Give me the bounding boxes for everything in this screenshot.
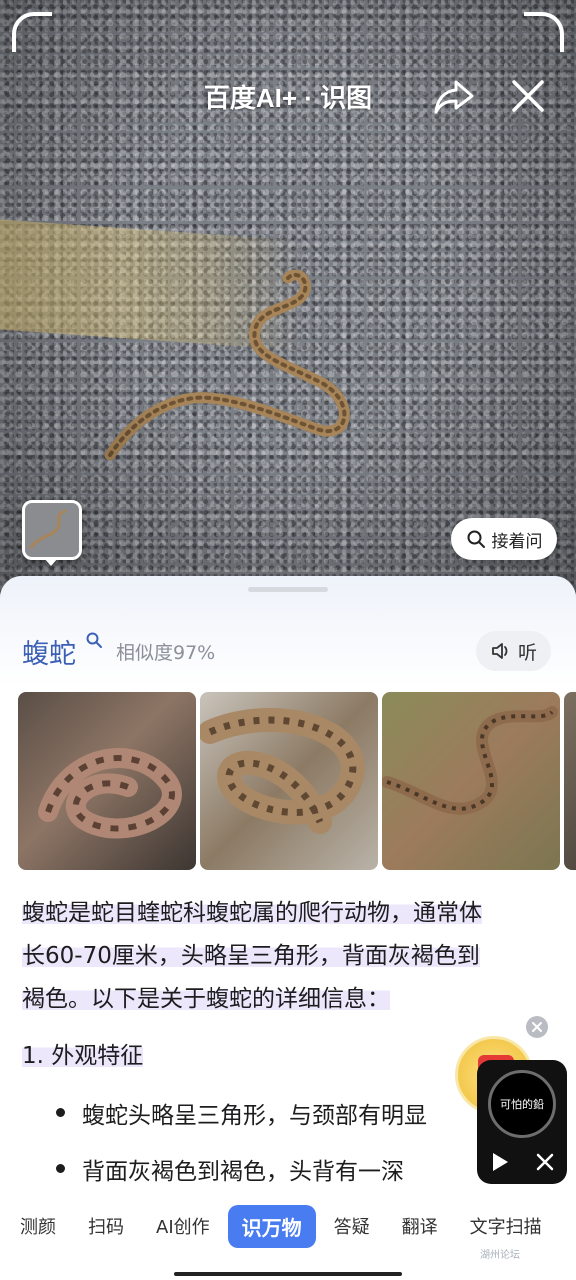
result-title[interactable]: 蝮蛇 bbox=[22, 632, 76, 671]
tab-scan-code[interactable]: 扫码 bbox=[88, 1213, 124, 1239]
home-indicator[interactable] bbox=[174, 1272, 402, 1276]
description-line: 长60-70厘米，头略呈三角形，背面灰褐色到 bbox=[22, 943, 480, 969]
share-icon[interactable] bbox=[432, 74, 476, 118]
reference-image[interactable] bbox=[382, 692, 560, 870]
reference-image[interactable] bbox=[200, 692, 378, 870]
bullet-item: 蝮蛇头略呈三角形，与颈部有明显 bbox=[56, 1096, 427, 1130]
photo-thumbnail[interactable] bbox=[22, 500, 82, 560]
tab-text-scan[interactable]: 文字扫描 bbox=[470, 1213, 542, 1239]
mini-media-player[interactable]: 可怕的鉛 bbox=[477, 1060, 567, 1184]
description-line: 蝮蛇是蛇目蝰蛇科蝮蛇属的爬行动物，通常体 bbox=[22, 900, 482, 926]
listen-button-label: 听 bbox=[517, 641, 537, 664]
search-icon bbox=[467, 530, 485, 548]
description-line: 褐色。以下是关于蝮蛇的详细信息： bbox=[22, 986, 390, 1012]
tab-translate[interactable]: 翻译 bbox=[402, 1213, 438, 1239]
tab-identify-anything[interactable]: 识万物 bbox=[227, 1204, 316, 1248]
scan-frame-corner-left bbox=[12, 12, 52, 52]
follow-up-ask-button[interactable]: 接着问 bbox=[451, 518, 557, 560]
track-title: 可怕的鉛 bbox=[500, 1098, 544, 1111]
close-icon[interactable] bbox=[506, 74, 550, 118]
similarity-score: 相似度97% bbox=[116, 642, 216, 664]
thumbnail-snake-icon bbox=[29, 509, 67, 549]
reference-image-gallery[interactable] bbox=[18, 692, 576, 870]
close-icon[interactable] bbox=[535, 1152, 555, 1172]
scan-frame-corner-right bbox=[524, 12, 564, 52]
speaker-icon bbox=[492, 643, 508, 659]
forum-watermark: 湖州论坛 bbox=[480, 1250, 520, 1261]
reference-image[interactable] bbox=[18, 692, 196, 870]
float-close-button[interactable] bbox=[526, 1016, 548, 1038]
close-icon bbox=[532, 1022, 542, 1032]
title-search-icon[interactable] bbox=[85, 631, 103, 649]
description-text: 蝮蛇是蛇目蝰蛇科蝮蛇属的爬行动物，通常体 长60-70厘米，头略呈三角形，背面灰… bbox=[22, 892, 547, 1021]
tab-face[interactable]: 测颜 bbox=[20, 1213, 56, 1239]
section-heading-appearance: 1. 外观特征 bbox=[22, 1043, 144, 1069]
reference-image[interactable] bbox=[564, 692, 576, 870]
album-disc: 可怕的鉛 bbox=[488, 1070, 556, 1138]
ask-button-label: 接着问 bbox=[491, 531, 543, 552]
tab-ai-create[interactable]: AI创作 bbox=[156, 1213, 210, 1239]
bullet-item: 背面灰褐色到褐色，头背有一深 bbox=[56, 1152, 404, 1186]
app-brand-title: 百度AI+ · 识图 bbox=[203, 83, 373, 113]
sheet-drag-handle[interactable] bbox=[248, 587, 328, 592]
play-icon[interactable] bbox=[491, 1152, 509, 1172]
tab-qa[interactable]: 答疑 bbox=[334, 1213, 370, 1239]
listen-button[interactable]: 听 bbox=[476, 631, 551, 671]
